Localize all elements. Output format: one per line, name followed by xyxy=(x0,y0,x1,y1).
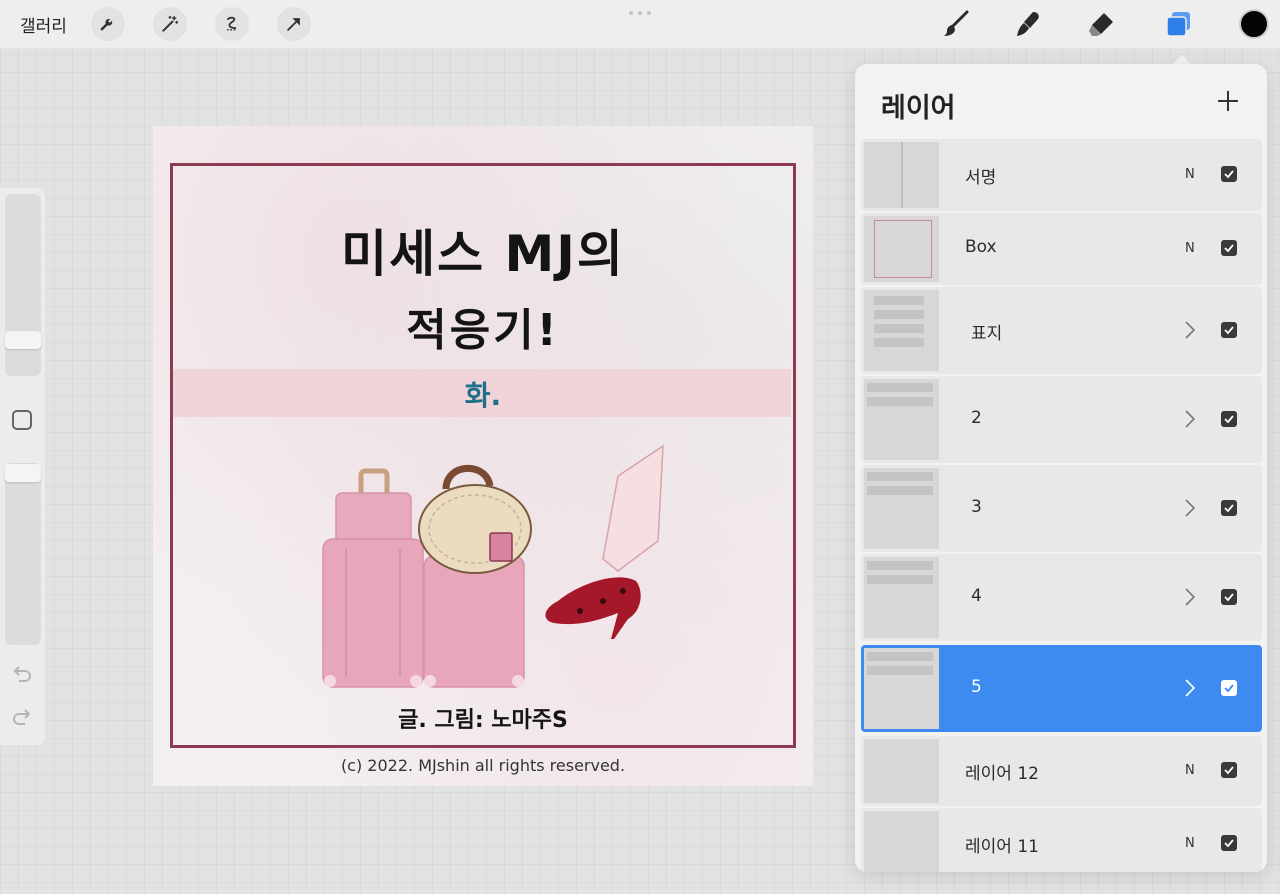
group-name: 4 xyxy=(971,586,982,606)
layer-group-4[interactable]: 4 xyxy=(861,554,1262,641)
copyright-text: (c) 2022. MJshin all rights reserved. xyxy=(340,756,626,775)
cover-title-line2: 적응기! xyxy=(406,305,560,356)
wrench-icon xyxy=(100,18,113,31)
layers-panel: 레이어 서명 N Box N 표지 2 3 4 5 레이어 12 N 레이어 1… xyxy=(855,64,1267,872)
layer-row-12[interactable]: 레이어 12 N xyxy=(861,736,1262,806)
layer-thumbnail xyxy=(864,142,939,208)
checkmark-icon xyxy=(1224,593,1234,602)
layers-button[interactable] xyxy=(1163,8,1195,40)
paint-tool-button[interactable] xyxy=(940,8,972,40)
episode-label: 화. xyxy=(464,379,502,412)
redo-icon[interactable] xyxy=(11,706,33,728)
layer-visibility-checkbox[interactable] xyxy=(1221,500,1237,516)
layer-name: Box xyxy=(965,237,997,257)
transform-button[interactable] xyxy=(277,7,311,41)
add-layer-icon[interactable] xyxy=(1215,88,1241,114)
author-credit: 글. 그림: 노마주S xyxy=(398,708,568,733)
layer-thumbnail xyxy=(864,811,939,872)
brush-size-handle[interactable] xyxy=(5,331,41,349)
luggage-illustration xyxy=(322,444,664,688)
layer-visibility-checkbox[interactable] xyxy=(1221,322,1237,338)
checkmark-icon xyxy=(1224,766,1234,775)
layer-name: 레이어 12 xyxy=(965,764,1039,784)
group-name: 2 xyxy=(971,408,982,428)
layer-group-2[interactable]: 2 xyxy=(861,376,1262,463)
chevron-right-icon[interactable] xyxy=(1183,409,1197,429)
brush-icon xyxy=(944,10,969,36)
checkmark-icon xyxy=(1224,684,1234,693)
checkmark-icon xyxy=(1224,415,1234,424)
chevron-right-icon[interactable] xyxy=(1183,678,1197,698)
eraser-icon xyxy=(1089,13,1113,36)
chevron-right-icon[interactable] xyxy=(1183,587,1197,607)
checkmark-icon xyxy=(1224,244,1234,253)
top-toolbar: 갤러리 xyxy=(0,0,1280,48)
layer-name: 레이어 11 xyxy=(965,837,1039,857)
blend-mode-button[interactable]: N xyxy=(1185,763,1195,778)
group-thumbnail xyxy=(864,468,939,549)
layer-group-5-selected[interactable]: 5 xyxy=(861,645,1262,732)
left-sidebar xyxy=(0,188,45,745)
layers-icon xyxy=(1166,12,1190,37)
layer-visibility-checkbox[interactable] xyxy=(1221,411,1237,427)
layer-visibility-checkbox[interactable] xyxy=(1221,835,1237,851)
actions-button[interactable] xyxy=(91,7,125,41)
layer-group-3[interactable]: 3 xyxy=(861,465,1262,552)
checkmark-icon xyxy=(1224,504,1234,513)
cover-title-line1: 미세스 MJ의 xyxy=(341,225,625,283)
opacity-slider[interactable] xyxy=(5,463,41,645)
layer-group-cover[interactable]: 표지 xyxy=(861,287,1262,374)
color-picker-button[interactable] xyxy=(1239,9,1269,39)
drawing-canvas[interactable]: 미세스 MJ의 적응기! 화. 글. 그림: 노마주S (c) 2022. MJ… xyxy=(153,126,813,786)
blend-mode-button[interactable]: N xyxy=(1185,836,1195,851)
layer-visibility-checkbox[interactable] xyxy=(1221,240,1237,256)
selection-icon xyxy=(226,16,237,31)
eraser-tool-button[interactable] xyxy=(1085,8,1117,40)
chevron-right-icon[interactable] xyxy=(1183,498,1197,518)
adjustments-button[interactable] xyxy=(153,7,187,41)
modify-button[interactable] xyxy=(12,410,32,430)
selection-button[interactable] xyxy=(215,7,249,41)
layers-panel-title: 레이어 xyxy=(881,93,956,124)
checkmark-icon xyxy=(1224,326,1234,335)
group-thumbnail xyxy=(864,557,939,638)
blend-mode-button[interactable]: N xyxy=(1185,241,1195,256)
layer-visibility-checkbox[interactable] xyxy=(1221,166,1237,182)
blend-mode-button[interactable]: N xyxy=(1185,167,1195,182)
gallery-button[interactable]: 갤러리 xyxy=(20,12,67,37)
layer-thumbnail xyxy=(864,216,939,282)
magic-wand-icon xyxy=(162,15,179,32)
group-thumbnail xyxy=(864,379,939,460)
opacity-handle[interactable] xyxy=(5,464,41,482)
layer-thumbnail xyxy=(864,739,939,803)
group-name: 5 xyxy=(971,677,982,697)
checkmark-icon xyxy=(1224,839,1234,848)
smudge-icon xyxy=(1017,12,1039,36)
smudge-tool-button[interactable] xyxy=(1012,8,1044,40)
group-name: 표지 xyxy=(971,324,1003,344)
layer-row-signature[interactable]: 서명 N xyxy=(861,139,1262,211)
group-thumbnail xyxy=(864,648,939,729)
layer-row-box[interactable]: Box N xyxy=(861,213,1262,285)
chevron-right-icon[interactable] xyxy=(1183,320,1197,340)
group-name: 3 xyxy=(971,497,982,517)
layer-visibility-checkbox[interactable] xyxy=(1221,680,1237,696)
layer-visibility-checkbox[interactable] xyxy=(1221,762,1237,778)
layer-visibility-checkbox[interactable] xyxy=(1221,589,1237,605)
group-thumbnail xyxy=(864,290,939,371)
transform-arrow-icon xyxy=(287,18,300,31)
layer-name: 서명 xyxy=(965,168,997,188)
undo-icon[interactable] xyxy=(11,663,33,685)
layer-row-11[interactable]: 레이어 11 N xyxy=(861,808,1262,872)
checkmark-icon xyxy=(1224,170,1234,179)
window-grabber[interactable] xyxy=(629,11,651,15)
